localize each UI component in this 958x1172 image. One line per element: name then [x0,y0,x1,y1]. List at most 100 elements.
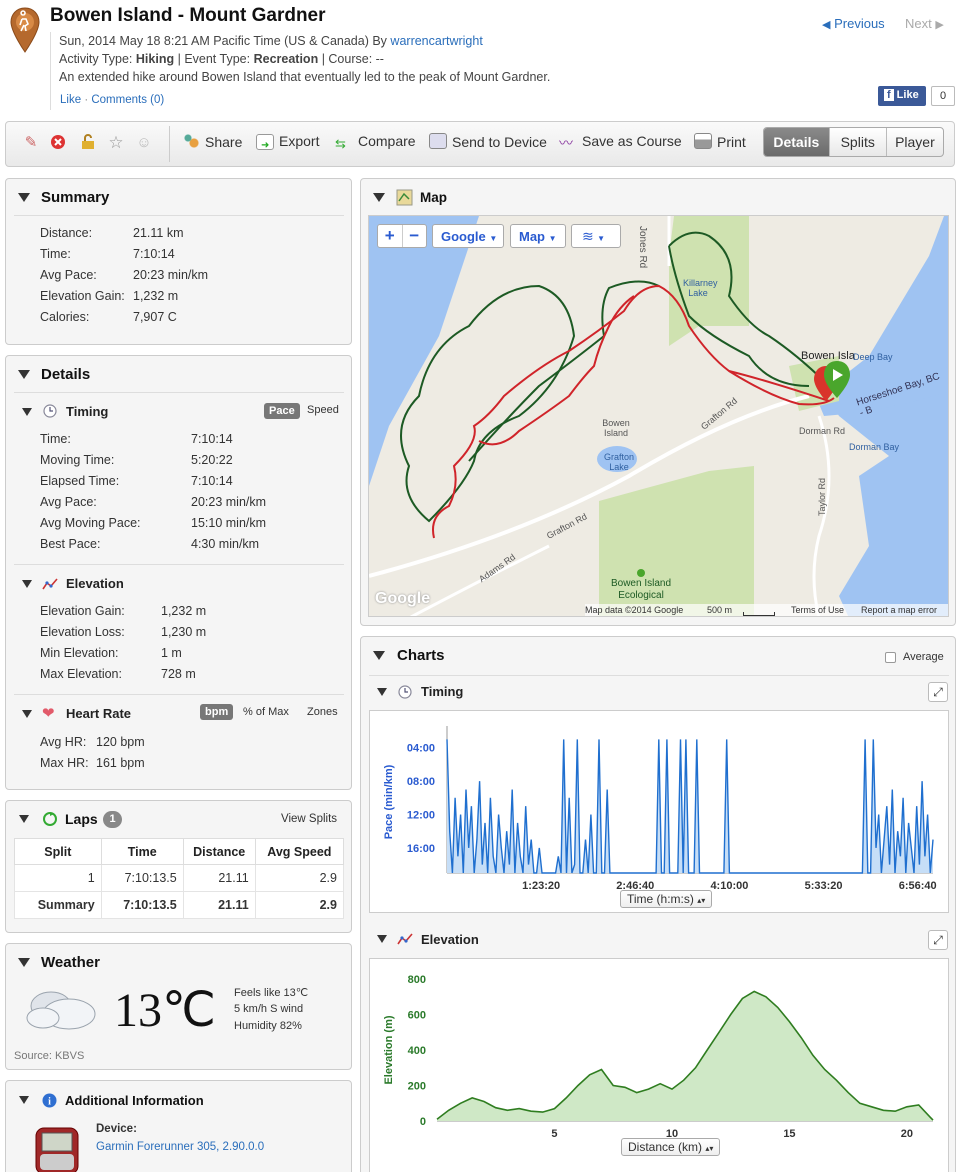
laps-panel: Laps 1 View Splits Split Time Distance Avg … [5,800,352,933]
map-label-deep-bay: Deep Bay [853,352,893,362]
favorite-star-icon[interactable]: ☆ [107,134,125,152]
collapse-triangle-icon[interactable] [19,1096,29,1104]
info-icon: i [42,1093,57,1108]
stat-value: 7,907 C [133,310,177,324]
activity-date: Sun, 2014 May 18 8:21 AM Pacific Time (U… [59,34,483,48]
table-row[interactable]: 1 7:10:13.5 21.11 2.9 [14,864,345,892]
author-link[interactable]: warrencartwright [390,34,482,48]
stat-label: Elevation Loss: [40,625,125,639]
y-axis-label: Pace (min/km) [383,764,395,839]
send-to-device-label: Send to Device [452,134,547,150]
laps-column-header[interactable]: Time [100,838,184,865]
bpm-toggle[interactable]: bpm [200,704,234,720]
timing-axis-select[interactable]: Time (h:m:s) ▴▾ [620,890,713,908]
map-report-link[interactable]: Report a map error [861,605,937,615]
export-button[interactable]: ➜ Export [256,133,319,155]
collapse-triangle-icon[interactable] [19,815,29,823]
compare-icon: ⇆ [335,136,346,151]
device-watch-icon [35,1127,79,1172]
map-provider-select[interactable]: Google ▼ [432,224,504,248]
collapse-triangle-icon[interactable] [373,651,385,660]
collapse-triangle-icon[interactable] [22,710,32,718]
user-icon[interactable]: ☺ [135,134,153,152]
humidity: Humidity 82% [234,1020,302,1032]
percent-max-toggle[interactable]: % of Max [243,706,289,718]
chevron-left-icon: ◀ [822,19,831,31]
collapse-triangle-icon[interactable] [18,193,30,202]
weather-source: Source: KBVS [14,1050,85,1062]
collapse-triangle-icon[interactable] [18,958,30,967]
compare-button[interactable]: ⇆ Compare [335,133,416,155]
map-terms-link[interactable]: Terms of Use [791,605,844,615]
laps-column-header[interactable]: Avg Speed [254,838,345,865]
tab-player[interactable]: Player [885,128,943,156]
average-checkbox[interactable] [885,652,896,663]
table-row[interactable]: Summary 7:10:13.5 21.11 2.9 [14,891,345,919]
next-link[interactable]: Next ▶ [905,16,944,31]
heart-rate-title: Heart Rate [66,706,132,721]
y-tick-label: 400 [408,1045,426,1057]
map-label-bowen-island: Bowen Island [602,418,630,438]
pace-line [446,739,934,874]
zoom-out-icon[interactable]: − [403,225,427,247]
save-as-course-label: Save as Course [582,133,682,149]
share-button[interactable]: Share [182,133,242,155]
divider [14,694,344,695]
collapse-triangle-icon[interactable] [22,580,32,588]
view-splits-link[interactable]: View Splits [281,813,337,825]
elevation-chart-box: 0 200 400 600 800 5 10 15 20 Elevation (m) Distan… [369,958,949,1172]
expand-icon[interactable]: ⤢ [928,682,948,702]
map-layers-select[interactable]: ≋ ▼ [571,224,621,248]
map-label-jones: Jones Rd [637,226,648,269]
lock-icon[interactable] [79,134,97,152]
map-canvas[interactable]: Jones Rd Killarney Lake Bowen Isla Deep … [368,215,949,617]
laps-column-header[interactable]: Split [14,838,102,865]
like-link[interactable]: Like [60,94,81,106]
temperature-value: 13℃ [114,984,216,1037]
elevation-axis-select[interactable]: Distance (km) ▴▾ [621,1138,721,1156]
zoom-controls: + − [377,224,427,248]
table-cell: 21.11 [182,891,256,919]
expand-icon[interactable]: ⤢ [928,930,948,950]
laps-icon [43,812,57,826]
send-to-device-button[interactable]: Send to Device [429,133,547,155]
comments-link[interactable]: Comments (0) [91,94,164,106]
print-button[interactable]: Print [694,133,746,155]
device-value-text: Garmin Forerunner 305, 2.90.0.0 [96,1141,265,1153]
table-cell: 2.9 [254,864,345,892]
facebook-like-label: Like [896,89,919,101]
view-tabs: Details Splits Player [763,127,944,157]
collapse-triangle-icon[interactable] [22,408,32,416]
stat-value: 15:10 min/km [191,516,267,530]
tab-splits[interactable]: Splits [828,128,886,156]
hiking-pin-icon [10,7,40,53]
export-icon: ➜ [256,134,274,151]
weather-title: Weather [41,954,100,971]
pace-toggle[interactable]: Pace [264,403,300,419]
zones-toggle[interactable]: Zones [307,706,338,718]
previous-link[interactable]: ◀ Previous [822,16,885,31]
social-links: Like · Comments (0) [60,94,164,106]
collapse-triangle-icon[interactable] [377,688,387,696]
activity-toolbar: ✎ ☆ ☺ Share ➜ Export ⇆ Compare Send to Dev… [5,121,955,167]
laps-column-header[interactable]: Distance [182,838,256,865]
map-icon [396,189,413,206]
map-attribution-bar: Map data ©2014 Google 500 m Terms of Use… [585,604,948,616]
collapse-triangle-icon[interactable] [18,370,30,379]
speed-toggle[interactable]: Speed [307,404,339,416]
device-link[interactable]: Garmin Forerunner 305, 2.90.0.0 [96,1141,264,1153]
laps-header-row: Split Time Distance Avg Speed [14,838,345,865]
save-as-course-button[interactable]: 〰 Save as Course [559,133,682,155]
stat-value: 1,232 m [161,604,207,618]
collapse-triangle-icon[interactable] [377,935,387,943]
stat-label: Time: [40,247,71,261]
collapse-triangle-icon[interactable] [373,193,385,202]
map-type-select[interactable]: Map ▼ [510,224,566,248]
stat-value: 120 bpm [96,735,145,749]
tab-details[interactable]: Details [764,128,829,156]
zoom-in-icon[interactable]: + [378,225,403,247]
delete-icon[interactable] [49,134,67,152]
facebook-like-button[interactable]: f Like [878,86,926,106]
summary-title: Summary [41,189,110,206]
edit-pencil-icon[interactable]: ✎ [22,134,40,152]
